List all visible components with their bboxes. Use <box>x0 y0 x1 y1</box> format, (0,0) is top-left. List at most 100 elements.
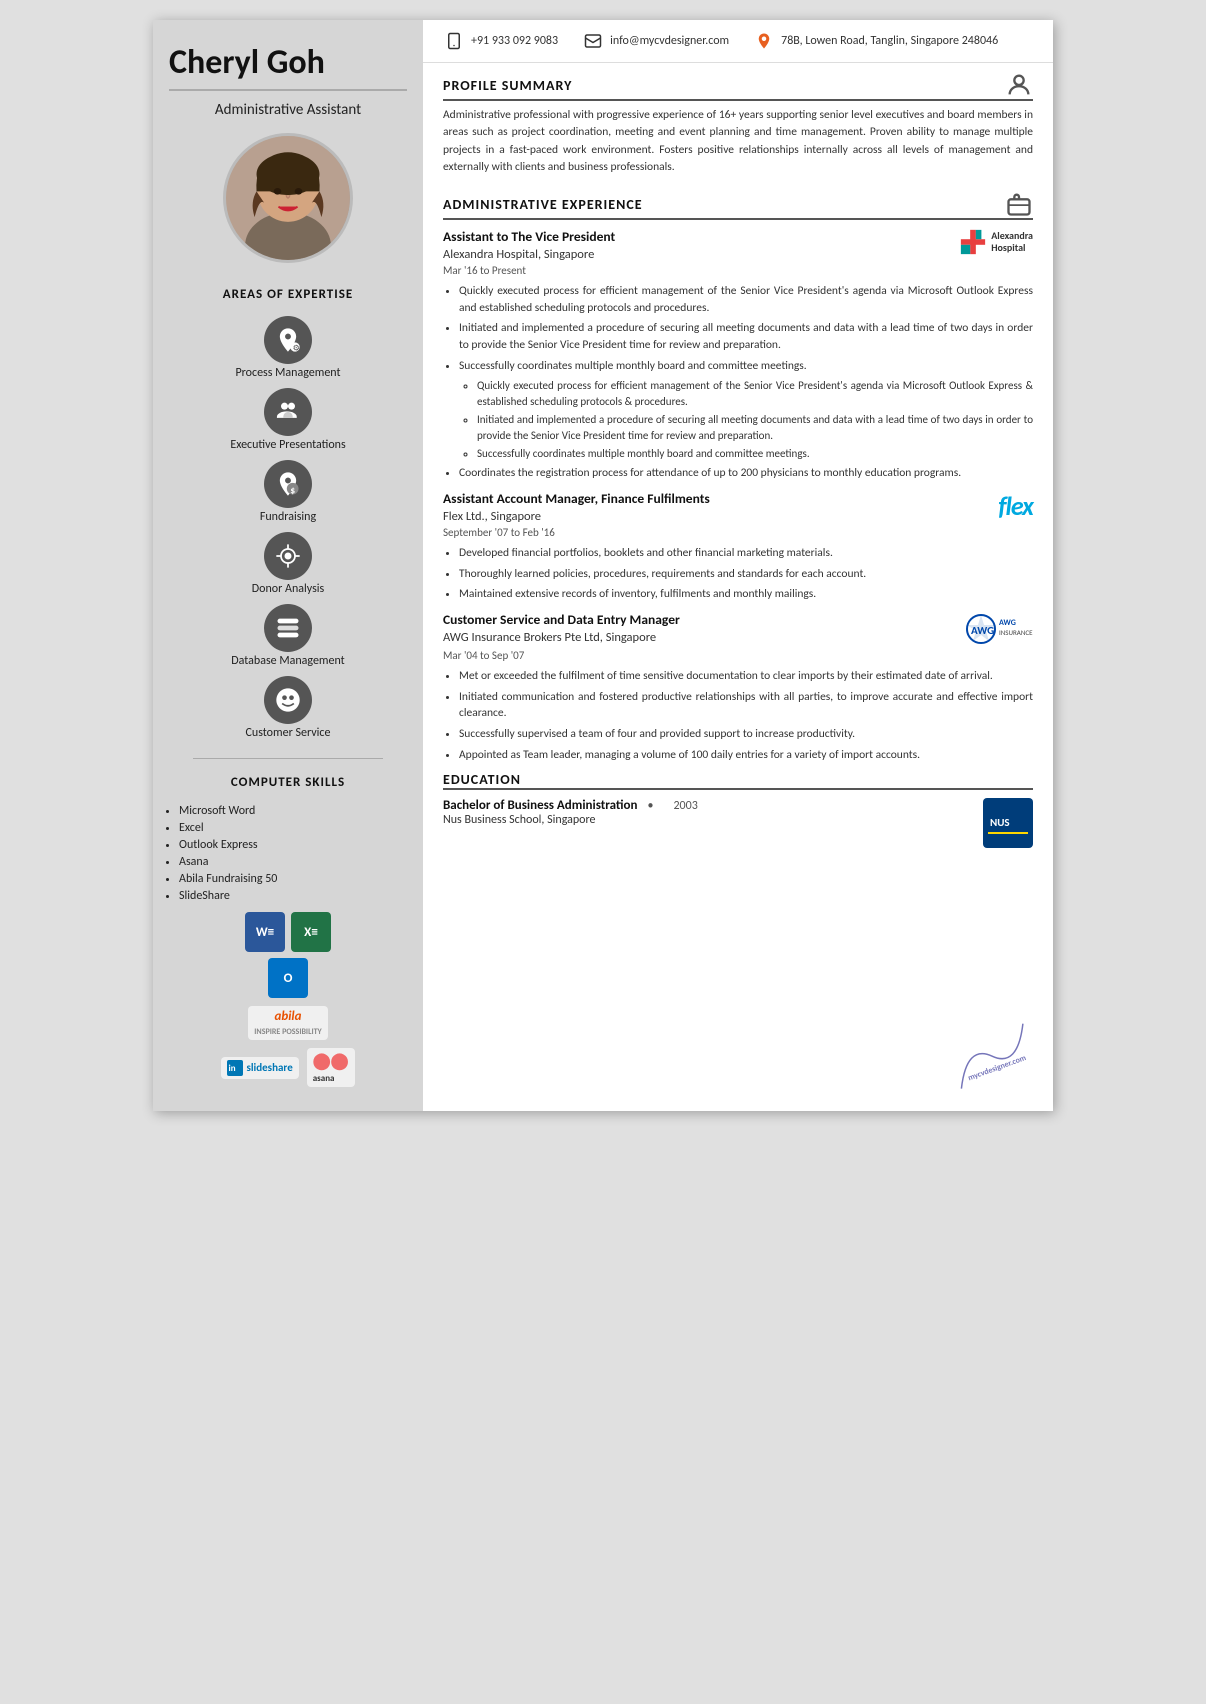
job-1-bullet-2: Initiated and implemented a procedure of… <box>459 320 1033 353</box>
profile-icon <box>1005 71 1033 99</box>
sidebar: Cheryl Goh Administrative Assistant <box>153 20 423 1111</box>
job-1-dates: Mar '16 to Present <box>443 264 1033 277</box>
job-3-dates: Mar '04 to Sep '07 <box>443 649 1033 662</box>
skill-excel: Excel <box>179 821 407 835</box>
profile-summary-header: PROFILE SUMMARY <box>443 71 1033 101</box>
job-2-bullet-1: Developed financial portfolios, booklets… <box>459 545 1033 562</box>
expertise-donor-analysis-label: Donor Analysis <box>252 582 324 596</box>
svg-text:AWG: AWG <box>999 618 1016 628</box>
admin-exp-title: ADMINISTRATIVE EXPERIENCE <box>443 196 643 213</box>
skill-icons: W≡ X≡ <box>245 912 331 952</box>
alex-cross-icon <box>959 228 987 256</box>
edu-degree: Bachelor of Business Administration <box>443 798 637 813</box>
svg-text:NUS: NUS <box>990 816 1010 829</box>
job-1-bullets: Quickly executed process for efficient m… <box>443 283 1033 482</box>
expertise-customer-service: Customer Service <box>246 676 331 740</box>
svg-text:INSURANCE: INSURANCE <box>999 628 1033 637</box>
expertise-executive-presentations: Executive Presentations <box>230 388 345 452</box>
job-3-bullets: Met or exceeded the fulfilment of time s… <box>443 668 1033 763</box>
logo-row-2: in slideshare ⬤⬤ asana <box>221 1048 354 1087</box>
expertise-process-management: ⚙ Process Management <box>235 316 340 380</box>
job-2-bullets: Developed financial portfolios, booklets… <box>443 545 1033 603</box>
alex-text: AlexandraHospital <box>991 230 1033 254</box>
main-content: +91 933 092 9083 info@mycvdesigner.com 7… <box>423 20 1053 1111</box>
database-management-icon <box>264 604 312 652</box>
expertise-section-title: AREAS OF EXPERTISE <box>223 287 353 302</box>
computer-skills-list: Microsoft Word Excel Outlook Express Asa… <box>169 804 407 906</box>
education-section: EDUCATION Bachelor of Business Administr… <box>443 771 1033 853</box>
contact-bar: +91 933 092 9083 info@mycvdesigner.com 7… <box>423 20 1053 63</box>
skill-word: Microsoft Word <box>179 804 407 818</box>
edu-year: 2003 <box>673 799 697 813</box>
svg-text:in: in <box>229 1063 236 1074</box>
job-1-title: Assistant to The Vice President <box>443 228 615 245</box>
job-2-bullet-2: Thoroughly learned policies, procedures,… <box>459 566 1033 583</box>
excel-icon: X≡ <box>291 912 331 952</box>
job-1-sub-1: Quickly executed process for efficient m… <box>477 378 1033 409</box>
executive-presentations-icon <box>264 388 312 436</box>
svg-text:$: $ <box>290 485 295 497</box>
job-1-sub-3: Successfully coordinates multiple monthl… <box>477 446 1033 461</box>
job-1: Assistant to The Vice President Alexandr… <box>443 228 1033 482</box>
address-contact: 78B, Lowen Road, Tanglin, Singapore 2480… <box>753 30 998 52</box>
job-2-company: Flex Ltd., Singapore <box>443 509 710 524</box>
skill-abila: Abila Fundraising 50 <box>179 872 407 886</box>
candidate-title: Administrative Assistant <box>215 101 361 119</box>
job-3-bullet-3: Successfully supervised a team of four a… <box>459 726 1033 743</box>
candidate-name: Cheryl Goh <box>169 44 407 91</box>
phone-contact: +91 933 092 9083 <box>443 30 558 52</box>
job-1-sub-bullets: Quickly executed process for efficient m… <box>459 378 1033 461</box>
customer-service-icon <box>264 676 312 724</box>
job-3-bullet-4: Appointed as Team leader, managing a vol… <box>459 747 1033 764</box>
job-3-title: Customer Service and Data Entry Manager <box>443 611 680 628</box>
job-2-title: Assistant Account Manager, Finance Fulfi… <box>443 490 710 507</box>
phone-icon <box>443 30 465 52</box>
awg-logo: AWG AWG INSURANCE <box>963 611 1033 647</box>
expertise-process-management-label: Process Management <box>235 366 340 380</box>
expertise-fundraising: $ Fundraising <box>260 460 316 524</box>
job-1-company: Alexandra Hospital, Singapore <box>443 247 615 262</box>
expertise-fundraising-label: Fundraising <box>260 510 316 524</box>
expertise-donor-analysis: Donor Analysis <box>252 532 324 596</box>
expertise-database-management: Database Management <box>231 604 344 668</box>
expertise-exec-pres-label: Executive Presentations <box>230 438 345 452</box>
logo-row: abila INSPIRE POSSIBILITY <box>248 1006 327 1040</box>
sidebar-divider <box>193 758 383 759</box>
watermark: mycvdesigner.com <box>935 1011 1051 1106</box>
slideshare-logo: in slideshare <box>221 1057 298 1079</box>
briefcase-icon <box>1005 190 1033 218</box>
edu-school: Nus Business School, Singapore <box>443 813 698 827</box>
flex-logo: flex <box>998 490 1033 522</box>
asana-logo: ⬤⬤ asana <box>307 1048 355 1087</box>
job-1-bullet-3: Successfully coordinates multiple monthl… <box>459 358 1033 375</box>
expertise-customer-service-label: Customer Service <box>246 726 331 740</box>
skill-asana: Asana <box>179 855 407 869</box>
job-3: Customer Service and Data Entry Manager … <box>443 611 1033 763</box>
job-1-extra-bullet: Coordinates the registration process for… <box>459 465 1033 482</box>
email-icon <box>582 30 604 52</box>
alexandra-logo: AlexandraHospital <box>943 228 1033 256</box>
skill-outlook: Outlook Express <box>179 838 407 852</box>
education-title: EDUCATION <box>443 771 521 788</box>
job-3-company: AWG Insurance Brokers Pte Ltd, Singapore <box>443 630 680 645</box>
email-address: info@mycvdesigner.com <box>610 34 729 48</box>
avatar <box>223 133 353 263</box>
profile-text: Administrative professional with progres… <box>443 107 1033 176</box>
job-1-sub-2: Initiated and implemented a procedure of… <box>477 412 1033 443</box>
skill-slideshare: SlideShare <box>179 889 407 903</box>
profile-summary-title: PROFILE SUMMARY <box>443 77 572 94</box>
outlook-icon: O <box>268 958 308 998</box>
expertise-database-label: Database Management <box>231 654 344 668</box>
phone-number: +91 933 092 9083 <box>471 34 558 48</box>
job-3-bullet-2: Initiated communication and fostered pro… <box>459 689 1033 722</box>
address: 78B, Lowen Road, Tanglin, Singapore 2480… <box>781 34 998 48</box>
abila-logo: abila INSPIRE POSSIBILITY <box>248 1006 327 1040</box>
university-logo: NUS <box>983 798 1033 853</box>
job-2-bullet-3: Maintained extensive records of inventor… <box>459 586 1033 603</box>
skill-icons-2: O <box>268 958 308 998</box>
computer-skills-title: COMPUTER SKILLS <box>231 775 345 790</box>
process-management-icon: ⚙ <box>264 316 312 364</box>
location-icon <box>753 30 775 52</box>
donor-analysis-icon <box>264 532 312 580</box>
email-contact: info@mycvdesigner.com <box>582 30 729 52</box>
